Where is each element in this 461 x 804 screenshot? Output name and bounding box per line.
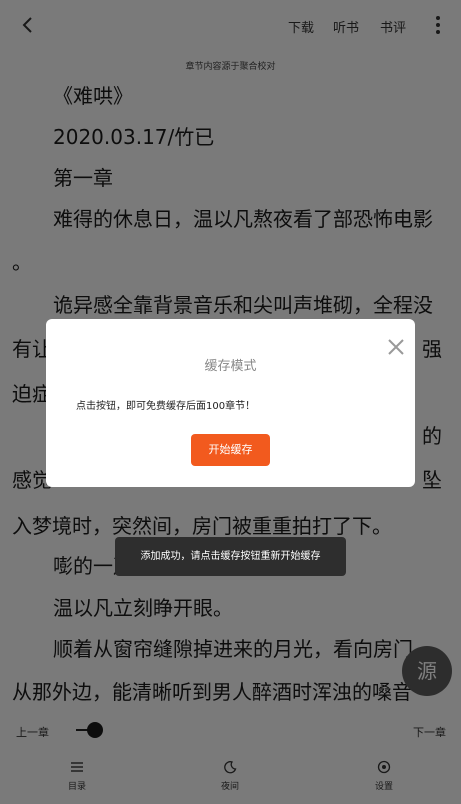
dialog-title: 缓存模式 [204, 359, 257, 374]
close-icon[interactable] [386, 337, 406, 357]
dialog-message: 点击按钮，即可免费缓存后面100章节！ [76, 401, 256, 412]
toast-message: 添加成功，请点击缓存按钮重新开始缓存 [115, 537, 346, 576]
start-cache-button[interactable]: 开始缓存 [191, 434, 270, 466]
cache-mode-dialog: 缓存模式 点击按钮，即可免费缓存后面100章节！ 开始缓存 [46, 319, 415, 487]
